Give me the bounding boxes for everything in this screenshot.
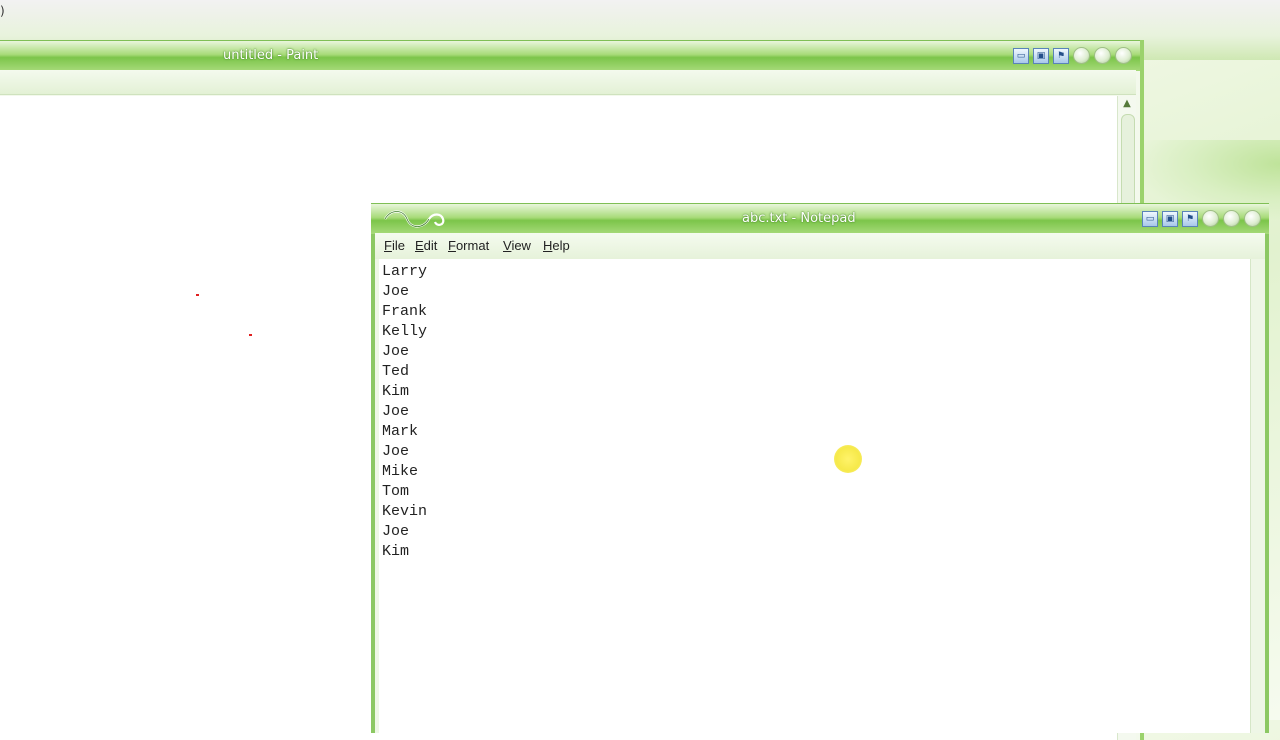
paint-red-mark [249, 334, 252, 336]
text-line: Kevin [382, 503, 428, 520]
text-line: Tom [382, 483, 410, 500]
close-button[interactable] [1115, 47, 1132, 64]
text-line: Kim [382, 543, 410, 560]
text-line: Mark [382, 423, 419, 440]
pin-icon[interactable]: ⚑ [1182, 210, 1198, 227]
menu-edit[interactable]: Edit [415, 238, 437, 253]
restore-icon[interactable]: ▭ [1142, 210, 1158, 227]
text-line: Larry [382, 263, 428, 280]
menu-format[interactable]: Format [448, 238, 489, 253]
desktop-edge-glyph: ) [0, 4, 5, 18]
notepad-title: abc.txt - Notepad [742, 211, 856, 226]
notepad-vertical-scrollbar[interactable] [1250, 259, 1265, 733]
paint-title: untitled - Paint [223, 48, 319, 63]
maximize-button[interactable] [1094, 47, 1111, 64]
text-lines: Larry Joe Frank Kelly Joe Ted Kim Joe Mark Joe Mik… [382, 262, 427, 562]
text-line: Joe [382, 343, 410, 360]
flourish-logo-icon [384, 210, 445, 228]
minimize-button[interactable] [1202, 210, 1219, 227]
text-line: Joe [382, 283, 410, 300]
paint-red-mark [196, 294, 199, 296]
menu-file[interactable]: File [384, 238, 405, 253]
notepad-menubar: File Edit Format View Help [375, 233, 1265, 259]
paint-titlebar-buttons: ▭ ▣ ⚑ [1013, 47, 1132, 64]
text-line: Frank [382, 303, 428, 320]
notepad-titlebar-buttons: ▭ ▣ ⚑ [1142, 210, 1261, 227]
menu-view[interactable]: View [503, 238, 531, 253]
paint-toolstrip [0, 70, 1136, 95]
text-line: Joe [382, 443, 410, 460]
text-line: Joe [382, 523, 410, 540]
scroll-up-icon[interactable]: ▲ [1118, 96, 1136, 112]
pin-icon[interactable]: ⚑ [1053, 47, 1069, 64]
restore-icon[interactable]: ▭ [1013, 47, 1029, 64]
notepad-titlebar[interactable]: abc.txt - Notepad ▭ ▣ ⚑ [371, 203, 1269, 234]
notepad-text-area[interactable]: Larry Joe Frank Kelly Joe Ted Kim Joe Mark Joe Mik… [379, 259, 1251, 733]
mouse-cursor-highlight [834, 445, 862, 473]
text-line: Kelly [382, 323, 428, 340]
tile-icon[interactable]: ▣ [1162, 210, 1178, 227]
menu-help[interactable]: Help [543, 238, 570, 253]
minimize-button[interactable] [1073, 47, 1090, 64]
scroll-thumb[interactable] [1121, 114, 1135, 216]
tile-icon[interactable]: ▣ [1033, 47, 1049, 64]
close-button[interactable] [1244, 210, 1261, 227]
paint-titlebar[interactable]: untitled - Paint ▭ ▣ ⚑ [0, 40, 1140, 71]
text-line: Mike [382, 463, 419, 480]
text-line: Ted [382, 363, 410, 380]
maximize-button[interactable] [1223, 210, 1240, 227]
text-line: Joe [382, 403, 410, 420]
notepad-window[interactable]: abc.txt - Notepad ▭ ▣ ⚑ File Edit Format… [371, 203, 1269, 733]
text-line: Kim [382, 383, 410, 400]
